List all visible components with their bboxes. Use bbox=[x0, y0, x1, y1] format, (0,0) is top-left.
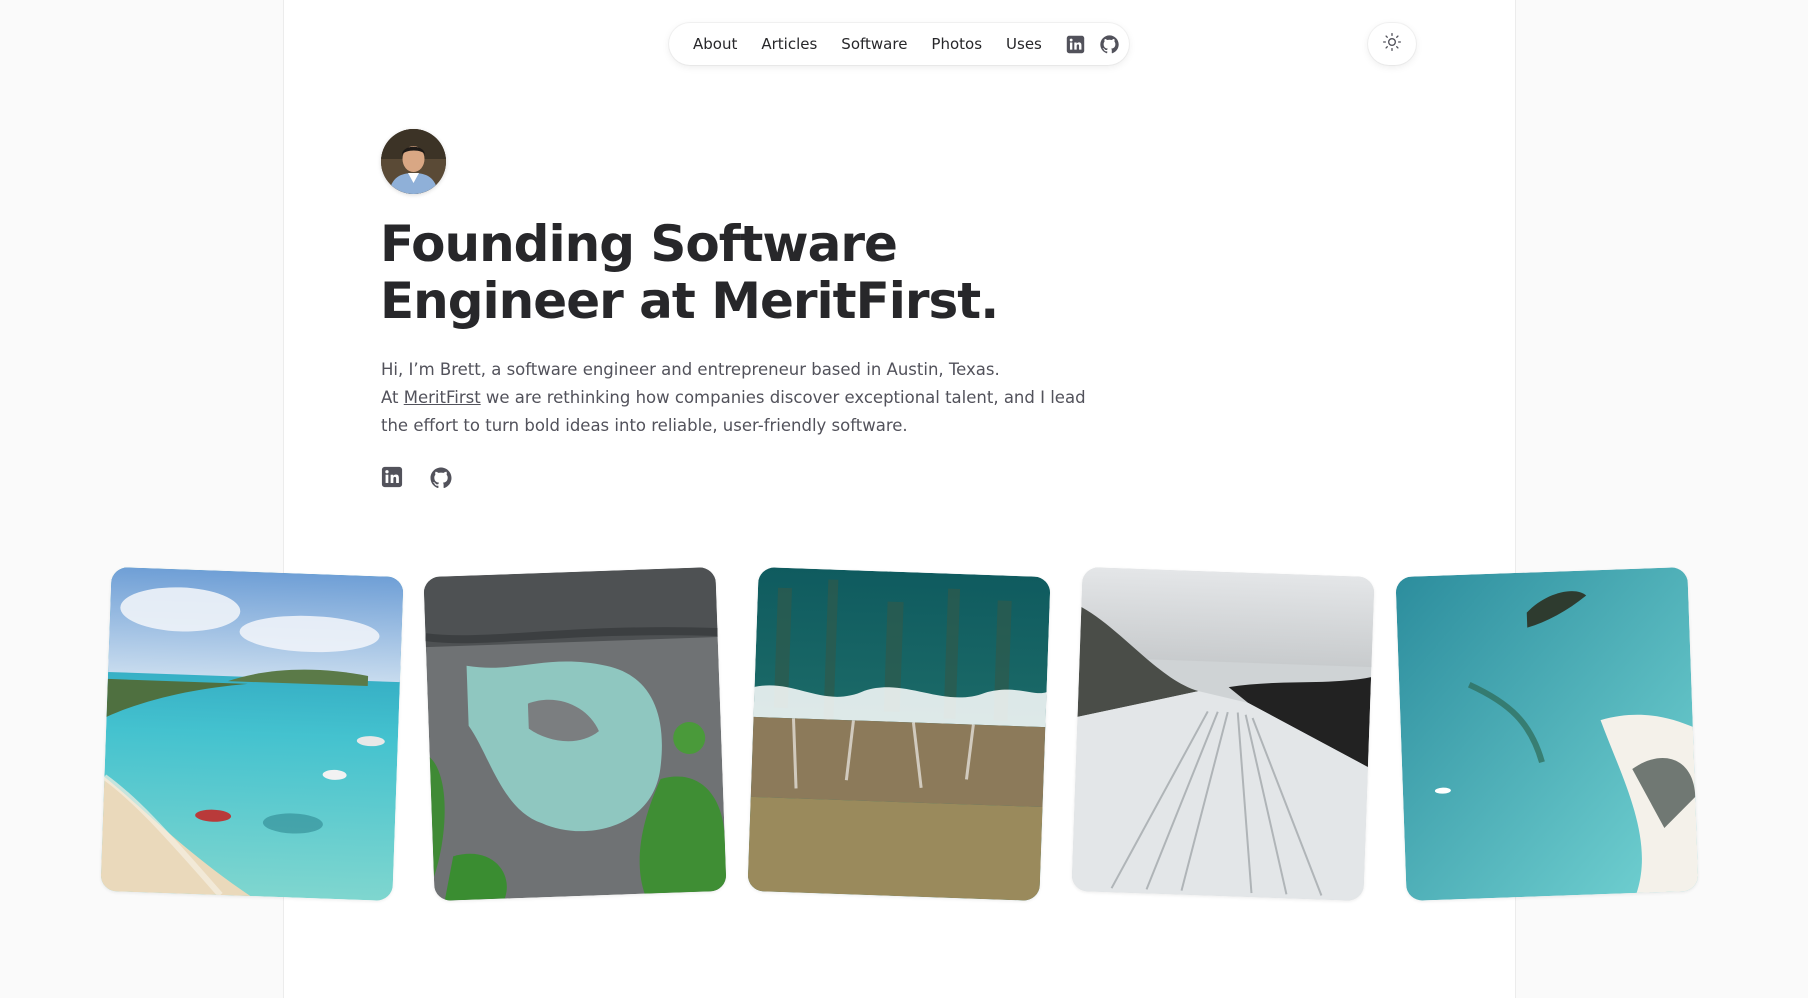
social-links bbox=[381, 466, 453, 490]
nav-link-photos[interactable]: Photos bbox=[931, 35, 982, 53]
nav-link-articles[interactable]: Articles bbox=[761, 35, 817, 53]
page-title: Founding Software Engineer at MeritFirst… bbox=[380, 215, 999, 330]
bio-line-2: At MeritFirst we are rethinking how comp… bbox=[381, 384, 1101, 440]
github-icon[interactable] bbox=[1099, 33, 1120, 55]
nav-link-uses[interactable]: Uses bbox=[1006, 35, 1042, 53]
glacier-photo[interactable] bbox=[1071, 567, 1375, 901]
sun-icon bbox=[1382, 32, 1402, 56]
theme-toggle-button[interactable] bbox=[1368, 23, 1416, 65]
bio-text: Hi, I’m Brett, a software engineer and e… bbox=[381, 356, 1101, 440]
bio-line-2-prefix: At bbox=[381, 388, 404, 407]
nav-link-about[interactable]: About bbox=[693, 35, 737, 53]
linkedin-icon[interactable] bbox=[1066, 33, 1085, 55]
nav-link-software[interactable]: Software bbox=[841, 35, 907, 53]
rocky-pool-photo[interactable] bbox=[423, 567, 727, 901]
github-icon[interactable] bbox=[429, 466, 453, 490]
top-nav: About Articles Software Photos Uses bbox=[669, 23, 1129, 65]
bio-line-2-suffix: we are rethinking how companies discover… bbox=[381, 388, 1086, 435]
turquoise-lagoon-photo[interactable] bbox=[1395, 567, 1699, 901]
bio-line-1: Hi, I’m Brett, a software engineer and e… bbox=[381, 360, 1000, 379]
linkedin-icon[interactable] bbox=[381, 466, 405, 490]
avatar[interactable] bbox=[381, 129, 446, 194]
beach-bay-photo[interactable] bbox=[100, 567, 404, 901]
reef-waves-photo[interactable] bbox=[747, 567, 1051, 901]
meritfirst-link[interactable]: MeritFirst bbox=[404, 388, 481, 407]
